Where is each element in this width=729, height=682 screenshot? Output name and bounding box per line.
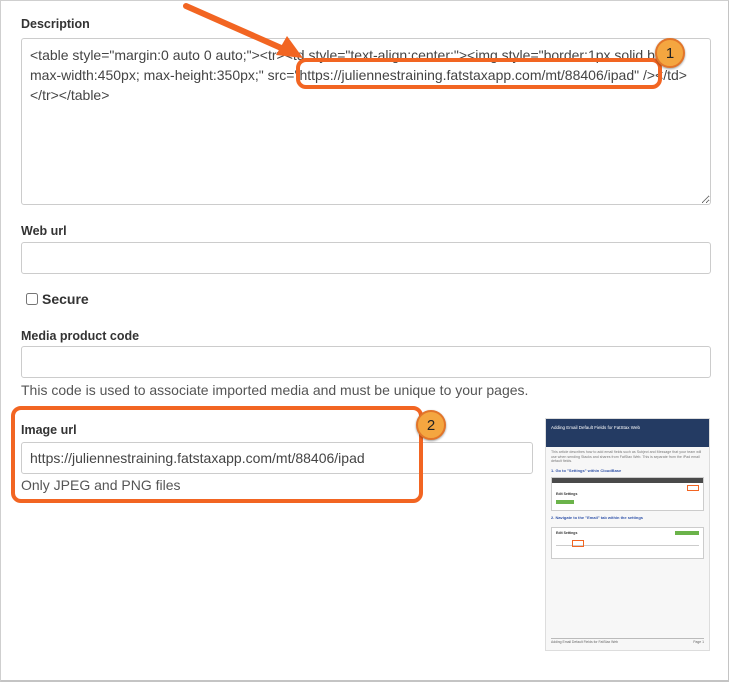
- annotation-arrow: [183, 3, 303, 58]
